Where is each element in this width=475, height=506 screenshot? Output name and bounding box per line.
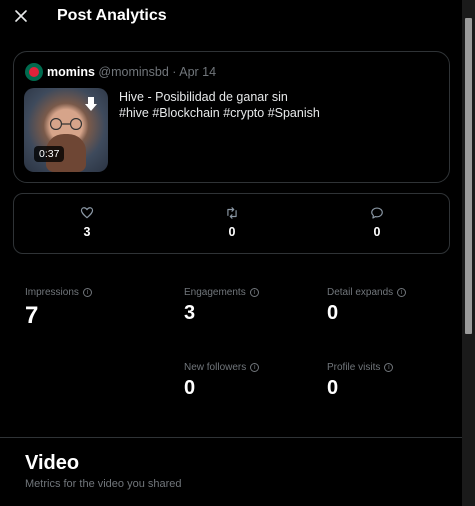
post-text: Hive - Posibilidad de ganar sin #hive #B… — [119, 89, 439, 121]
stat-engagements: Engagements i 3 — [184, 287, 259, 325]
info-icon[interactable]: i — [249, 288, 259, 297]
video-section-title: Video — [25, 452, 80, 474]
section-divider — [0, 437, 462, 438]
info-icon[interactable]: i — [82, 288, 92, 297]
video-thumbnail[interactable]: 0:37 — [24, 88, 108, 172]
post-text-line: Hive - Posibilidad de ganar sin — [119, 90, 288, 104]
new-followers-label: New followers — [184, 362, 247, 373]
meta-separator: · — [172, 65, 177, 79]
reposts-count: 0 — [228, 225, 236, 239]
down-arrow-icon — [85, 97, 97, 111]
heart-icon — [80, 207, 94, 219]
impressions-value: 7 — [25, 302, 39, 329]
engagement-summary: 3 0 0 — [13, 193, 450, 254]
profile-visits-value: 0 — [327, 377, 339, 399]
stat-label-row: Profile visits i — [327, 362, 394, 373]
replies-count: 0 — [373, 225, 381, 239]
post-author-line: momins @mominsbd · Apr 14 — [47, 65, 216, 79]
engagements-label: Engagements — [184, 287, 246, 298]
likes-metric: 3 — [67, 206, 107, 239]
reply-icon — [371, 207, 383, 219]
detail-expands-value: 0 — [327, 302, 339, 324]
post-hashtags[interactable]: #hive #Blockchain #crypto #Spanish — [119, 105, 439, 121]
avatar[interactable] — [25, 63, 43, 81]
author-name[interactable]: momins — [47, 65, 95, 79]
likes-count: 3 — [83, 225, 91, 239]
stat-detail-expands: Detail expands i 0 — [327, 287, 407, 325]
info-icon[interactable]: i — [250, 363, 260, 372]
profile-visits-label: Profile visits — [327, 362, 381, 373]
thumbnail-glasses — [49, 118, 83, 130]
stat-impressions: Impressions i 7 — [25, 287, 92, 330]
video-duration-badge: 0:37 — [34, 146, 65, 162]
stat-label-row: New followers i — [184, 362, 260, 373]
close-icon[interactable] — [13, 8, 29, 24]
engagements-value: 3 — [184, 302, 196, 324]
modal-header: Post Analytics — [0, 0, 462, 34]
page-title: Post Analytics — [57, 7, 167, 24]
stat-profile-visits: Profile visits i 0 — [327, 362, 394, 400]
replies-metric: 0 — [357, 206, 397, 239]
repost-icon — [227, 207, 237, 219]
post-preview-card[interactable]: momins @mominsbd · Apr 14 0:37 Hive - Po… — [13, 51, 450, 183]
author-handle[interactable]: @mominsbd — [98, 65, 168, 79]
reposts-metric: 0 — [212, 206, 252, 239]
new-followers-value: 0 — [184, 377, 196, 399]
detail-expands-label: Detail expands — [327, 287, 394, 298]
stat-new-followers: New followers i 0 — [184, 362, 260, 400]
stat-label-row: Detail expands i — [327, 287, 407, 298]
video-section-subtitle: Metrics for the video you shared — [25, 478, 182, 490]
info-icon[interactable]: i — [397, 288, 407, 297]
info-icon[interactable]: i — [384, 363, 394, 372]
scrollbar-thumb[interactable] — [465, 18, 472, 334]
stat-label-row: Engagements i — [184, 287, 259, 298]
impressions-label: Impressions — [25, 287, 79, 298]
post-date[interactable]: Apr 14 — [179, 65, 216, 79]
stat-label-row: Impressions i — [25, 287, 92, 298]
